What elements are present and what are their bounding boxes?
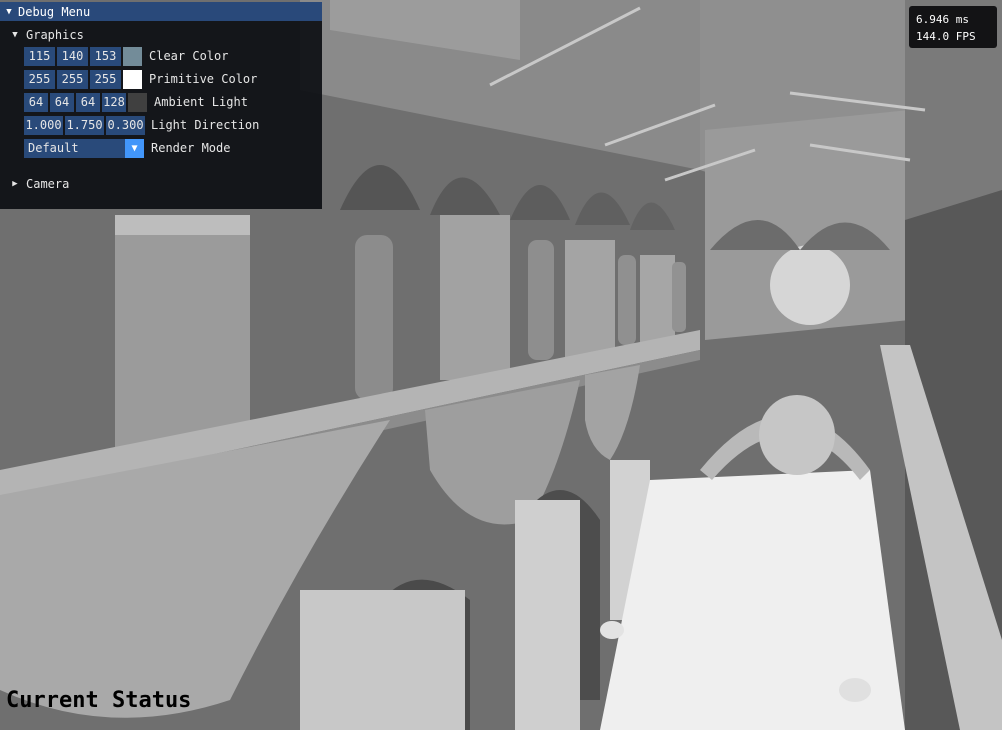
debug-menu-window[interactable]: ▼ Debug Menu ▼ Graphics 115 140 153 Clea…: [0, 2, 322, 209]
light-direction-label: Light Direction: [151, 118, 260, 132]
clear-color-r-input[interactable]: 115: [24, 46, 55, 66]
graphics-section-header[interactable]: ▼ Graphics: [10, 28, 84, 42]
clear-color-swatch[interactable]: [123, 46, 142, 66]
graphics-header-label: Graphics: [26, 28, 84, 42]
camera-header-label: Camera: [26, 177, 70, 191]
debug-menu-title: Debug Menu: [18, 4, 91, 19]
render-mode-dropdown[interactable]: Default ▼: [24, 138, 144, 158]
render-mode-value: Default: [28, 141, 79, 155]
expand-triangle-down-icon: ▼: [12, 30, 18, 40]
ambient-light-swatch[interactable]: [128, 92, 147, 112]
camera-section-header[interactable]: ▶ Camera: [10, 177, 69, 191]
expand-triangle-right-icon: ▶: [12, 179, 18, 189]
primitive-color-row: 255 255 255 Primitive Color: [24, 69, 257, 89]
primitive-color-r-input[interactable]: 255: [24, 69, 55, 89]
debug-menu-title-bar[interactable]: ▼ Debug Menu: [0, 2, 322, 21]
primitive-color-label: Primitive Color: [149, 72, 258, 86]
primitive-color-swatch[interactable]: [123, 69, 142, 89]
frame-time-readout: 6.946 ms: [916, 13, 969, 26]
fps-readout: 144.0 FPS: [916, 30, 976, 43]
clear-color-label: Clear Color: [149, 49, 229, 63]
ambient-light-r-input[interactable]: 64: [24, 92, 48, 112]
light-direction-x-input[interactable]: 1.000: [24, 115, 63, 135]
render-mode-label: Render Mode: [151, 141, 231, 155]
clear-color-g-input[interactable]: 140: [57, 46, 88, 66]
light-direction-row: 1.000 1.750 0.300 Light Direction: [24, 115, 259, 135]
collapse-triangle-icon[interactable]: ▼: [4, 7, 14, 17]
clear-color-row: 115 140 153 Clear Color: [24, 46, 228, 66]
current-status-text: Current Status: [6, 688, 192, 713]
ambient-light-b-input[interactable]: 64: [76, 92, 100, 112]
dropdown-arrow-icon[interactable]: ▼: [125, 138, 144, 158]
light-direction-z-input[interactable]: 0.300: [106, 115, 145, 135]
ambient-light-g-input[interactable]: 64: [50, 92, 74, 112]
primitive-color-b-input[interactable]: 255: [90, 69, 121, 89]
performance-overlay: 6.946 ms 144.0 FPS: [909, 6, 997, 48]
ambient-light-label: Ambient Light: [154, 95, 248, 109]
primitive-color-g-input[interactable]: 255: [57, 69, 88, 89]
ambient-light-a-input[interactable]: 128: [102, 92, 126, 112]
ambient-light-row: 64 64 64 128 Ambient Light: [24, 92, 248, 112]
light-direction-y-input[interactable]: 1.750: [65, 115, 104, 135]
render-mode-row: Default ▼ Render Mode: [24, 138, 230, 158]
clear-color-b-input[interactable]: 153: [90, 46, 121, 66]
